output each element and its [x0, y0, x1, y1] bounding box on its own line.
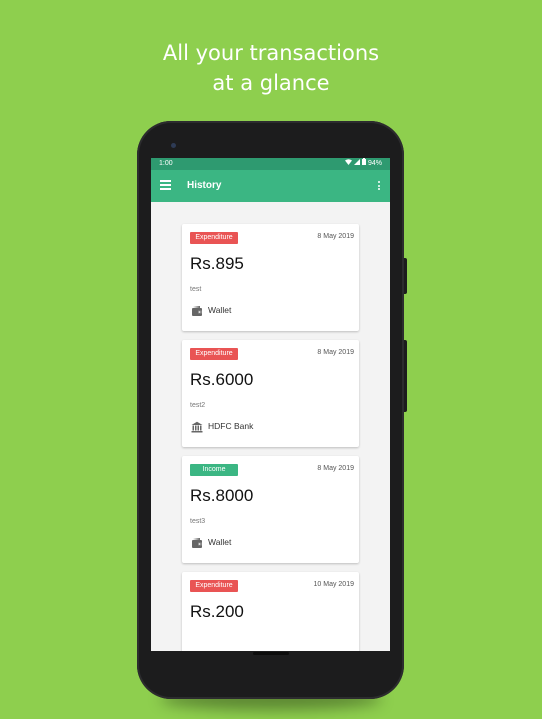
transaction-note: test3 — [190, 518, 206, 525]
status-bar: 1:00 94% — [151, 158, 390, 170]
transaction-amount: Rs.8000 — [190, 486, 254, 505]
front-camera — [171, 143, 176, 148]
transaction-card[interactable]: Income 8 May 2019 Rs.8000 test3 Wallet — [182, 456, 359, 563]
wifi-icon — [344, 158, 352, 170]
transaction-amount: Rs.895 — [190, 254, 244, 273]
phone-frame: 1:00 94% History Expenditure 8 May 2019 … — [137, 121, 404, 699]
status-time: 1:00 — [159, 160, 173, 167]
phone-speaker — [253, 652, 289, 655]
transaction-date: 8 May 2019 — [317, 233, 354, 240]
phone-screen: 1:00 94% History Expenditure 8 May 2019 … — [151, 158, 390, 651]
transaction-note: test2 — [190, 402, 206, 409]
transaction-amount: Rs.200 — [190, 602, 244, 621]
type-badge: Expenditure — [190, 348, 238, 360]
account-label: Wallet — [208, 537, 232, 547]
transaction-amount: Rs.6000 — [190, 370, 254, 389]
page-title: History — [187, 180, 222, 191]
wallet-icon — [191, 536, 203, 548]
type-badge: Expenditure — [190, 232, 238, 244]
transaction-card[interactable]: Expenditure 8 May 2019 Rs.6000 test2 HDF… — [182, 340, 359, 447]
transaction-date: 8 May 2019 — [317, 465, 354, 472]
overflow-menu-icon[interactable] — [378, 181, 381, 192]
battery-percent: 94% — [367, 160, 382, 167]
bank-icon — [191, 420, 203, 433]
type-badge: Expenditure — [190, 580, 238, 592]
transaction-account: HDFC Bank — [191, 420, 254, 433]
transaction-date: 8 May 2019 — [317, 349, 354, 356]
type-badge: Income — [190, 464, 238, 476]
transaction-card[interactable]: Expenditure 8 May 2019 Rs.895 test Walle… — [182, 224, 359, 331]
account-label: HDFC Bank — [208, 421, 254, 431]
battery-icon — [361, 158, 366, 170]
signal-icon — [353, 158, 360, 170]
wallet-icon — [191, 304, 203, 316]
transaction-account: Wallet — [191, 536, 231, 548]
account-label: Wallet — [208, 305, 232, 315]
status-icons: 94% — [344, 158, 382, 170]
transaction-card[interactable]: Expenditure 10 May 2019 Rs.200 — [182, 572, 359, 651]
hamburger-menu-icon[interactable] — [160, 180, 171, 190]
transaction-date: 10 May 2019 — [313, 581, 354, 588]
app-bar: History — [151, 170, 390, 202]
promo-headline: All your transactions at a glance — [0, 38, 542, 98]
promo-headline-line2: at a glance — [212, 71, 330, 95]
transaction-note: test — [190, 286, 202, 293]
transaction-account: Wallet — [191, 304, 231, 316]
promo-headline-line1: All your transactions — [162, 41, 380, 65]
